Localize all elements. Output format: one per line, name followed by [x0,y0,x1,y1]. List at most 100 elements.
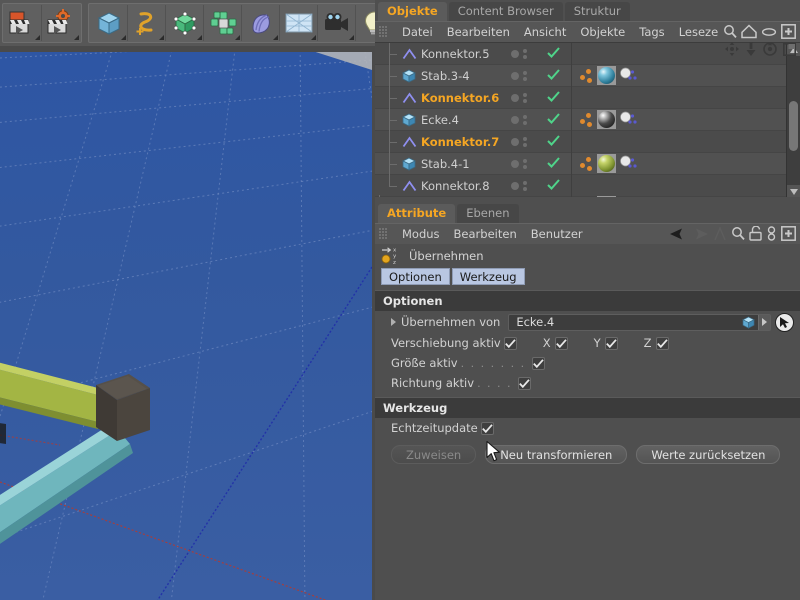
translation-checkbox[interactable] [504,337,517,350]
axis-z-checkbox[interactable] [656,337,669,350]
tab-content-browser[interactable]: Content Browser [449,2,563,21]
deformer-button[interactable] [242,5,280,41]
phong-tag-icon[interactable] [619,155,639,173]
menu-datei[interactable]: Datei [395,22,440,43]
connector-tag-icon[interactable] [578,67,594,85]
connector-tag-icon[interactable] [578,111,594,129]
connector-tag-icon[interactable] [578,197,594,198]
panel-grip[interactable] [379,26,388,38]
material-tag[interactable] [597,196,616,197]
material-tag[interactable] [597,66,616,85]
enable-check[interactable] [547,47,569,61]
tab-objekte[interactable]: Objekte [378,2,447,21]
retransform-button[interactable]: Neu transformieren [485,445,627,464]
cube-primitive-button[interactable] [90,5,128,41]
visibility-dots[interactable] [505,137,547,147]
scrollbar-thumb[interactable] [789,101,798,151]
subtab-optionen[interactable]: Optionen [381,268,450,285]
add-panel-icon[interactable] [781,226,796,241]
table-row[interactable]: Stab.4-1 [375,153,800,175]
menu-bearbeiten[interactable]: Bearbeiten [440,22,517,43]
enable-check[interactable] [547,179,569,193]
expand-triangle-icon[interactable] [391,318,396,326]
mograph-button[interactable] [204,5,242,41]
source-link-field[interactable]: Ecke.4 [508,314,771,331]
material-tag[interactable] [597,110,616,129]
tag-column[interactable] [571,153,800,175]
enable-check[interactable] [547,91,569,105]
table-row[interactable]: Konnektor.7 [375,131,800,153]
pick-object-button[interactable] [775,313,794,332]
menu-objekte[interactable]: Objekte [573,22,632,43]
dolly-camera-icon[interactable] [745,42,757,56]
phong-tag-icon[interactable] [619,197,639,198]
material-tag[interactable] [597,154,616,173]
phong-tag-icon[interactable] [619,111,639,129]
panel-grip[interactable] [379,228,388,240]
link-icon[interactable] [766,226,777,241]
camera-button[interactable] [318,5,356,41]
visibility-dots[interactable] [505,93,547,103]
object-manager-scrollbar[interactable] [786,43,800,197]
lock-icon[interactable] [749,226,762,241]
menu-leseze[interactable]: Leseze [672,22,725,43]
menu-tags[interactable]: Tags [632,22,671,43]
table-row[interactable]: Ecke.4 [375,109,800,131]
back-arrow-icon[interactable] [669,227,687,241]
object-manager-tree[interactable]: Konnektor.5 [375,42,800,197]
menu-ansicht[interactable]: Ansicht [517,22,573,43]
3d-viewport[interactable] [0,52,372,600]
menu-benutzer[interactable]: Benutzer [524,224,590,245]
button-corner-marker [74,35,79,40]
menu-modus[interactable]: Modus [395,224,447,245]
tag-column[interactable] [571,65,800,87]
reset-values-button[interactable]: Werte zurücksetzen [636,445,780,464]
visibility-dots[interactable] [505,115,547,125]
assign-button[interactable]: Zuweisen [391,445,476,464]
search-icon[interactable] [723,24,737,39]
visibility-dots[interactable] [505,159,547,169]
up-level-icon[interactable] [713,227,727,241]
table-row[interactable]: Stab.3-4 [375,65,800,87]
ellipse-icon[interactable] [761,25,777,38]
tag-column[interactable] [571,131,800,153]
home-icon[interactable] [741,24,757,39]
enable-check[interactable] [547,113,569,127]
render-view-button[interactable] [4,5,42,41]
visibility-dots[interactable] [505,49,547,59]
subtab-werkzeug[interactable]: Werkzeug [452,268,525,285]
maximize-viewport-icon[interactable] [783,43,796,56]
enable-check[interactable] [547,157,569,171]
forward-arrow-icon[interactable] [691,227,709,241]
realtime-checkbox[interactable] [481,422,494,435]
move-camera-icon[interactable] [725,42,739,56]
axis-x-checkbox[interactable] [555,337,568,350]
tag-column[interactable] [571,109,800,131]
phong-tag-icon[interactable] [619,67,639,85]
generator-button[interactable] [166,5,204,41]
visibility-dots[interactable] [505,71,547,81]
rotate-camera-icon[interactable] [763,42,777,56]
tag-column[interactable] [571,87,800,109]
visibility-dots[interactable] [505,181,547,191]
connector-tag-icon[interactable] [578,155,594,173]
search-icon[interactable] [731,226,745,241]
tag-column[interactable] [571,195,800,198]
spline-button[interactable] [128,5,166,41]
render-settings-button[interactable] [42,5,80,41]
scroll-down-arrow[interactable] [787,185,800,197]
link-dropdown-arrow-icon[interactable] [758,315,770,330]
tab-ebenen[interactable]: Ebenen [457,204,518,223]
tag-column[interactable] [571,175,800,197]
enable-check[interactable] [547,135,569,149]
table-row[interactable]: Konnektor.6 [375,87,800,109]
scale-checkbox[interactable] [532,357,545,370]
tab-attribute[interactable]: Attribute [378,204,455,223]
add-panel-icon[interactable] [781,24,796,39]
tab-struktur[interactable]: Struktur [565,2,630,21]
rotation-checkbox[interactable] [518,377,531,390]
menu-bearbeiten[interactable]: Bearbeiten [447,224,524,245]
enable-check[interactable] [547,69,569,83]
axis-y-checkbox[interactable] [605,337,618,350]
scene-environment-button[interactable] [280,5,318,41]
